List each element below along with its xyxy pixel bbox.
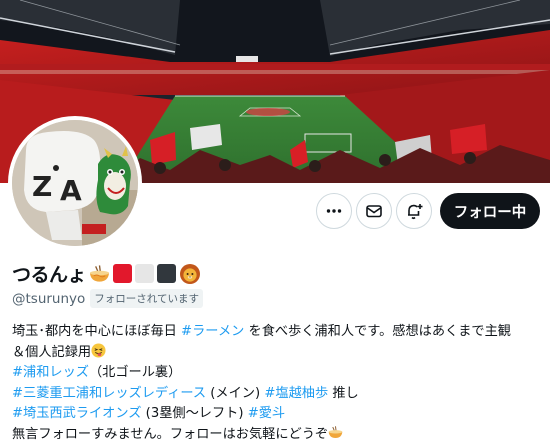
notifications-button[interactable] <box>396 193 432 229</box>
lion-emoji-icon <box>180 263 201 284</box>
svg-text:A: A <box>60 174 82 207</box>
tongue-face-emoji-icon <box>91 343 106 358</box>
avatar-image: Z A <box>12 120 138 246</box>
hashtag-manato[interactable]: #愛斗 <box>248 406 285 421</box>
bio-line-1: 埼玉･都内を中心にほぼ毎日 #ラーメン を食べ歩く浦和人です。感想はあくまで主観 <box>12 324 511 339</box>
message-button[interactable] <box>356 193 392 229</box>
bio-line-5: #埼玉西武ライオンズ (3塁側～レフト) #愛斗 <box>12 406 286 422</box>
display-name-row: つるんょ <box>12 260 201 287</box>
bio-line-2: ＆個人記録用 <box>12 343 542 364</box>
ramen-emoji-icon <box>328 426 343 438</box>
more-button[interactable] <box>316 193 352 229</box>
following-button[interactable]: フォロー中 <box>440 193 540 229</box>
bio-line-4: #三菱重工浦和レッズレディース (メイン) #塩越柚歩 推し <box>12 385 359 401</box>
handle-row: @tsurunyo フォローされています <box>12 289 203 308</box>
avatar[interactable]: Z A <box>8 116 142 250</box>
user-handle: @tsurunyo <box>12 290 86 307</box>
ramen-emoji-icon <box>89 264 110 282</box>
bell-plus-icon <box>408 204 423 220</box>
hashtag-urawa-reds[interactable]: #浦和レッズ <box>12 365 89 380</box>
white-square-emoji-icon <box>135 264 155 283</box>
hashtag-shiokoshi[interactable]: #塩越柚歩 <box>264 386 328 401</box>
profile-bio: 埼玉･都内を中心にほぼ毎日 #ラーメン を食べ歩く浦和人です。感想はあくまで主観… <box>12 322 542 445</box>
black-square-emoji-icon <box>157 264 177 283</box>
bio-line-6: 無言フォローすみません。フォローはお気軽にどうぞ <box>12 425 542 445</box>
mail-icon <box>366 205 382 218</box>
hashtag-reds-ladies[interactable]: #三菱重工浦和レッズレディース <box>12 386 206 401</box>
follows-you-badge: フォローされています <box>90 289 203 308</box>
hashtag-ramen[interactable]: #ラーメン <box>181 324 244 339</box>
more-dots-icon <box>326 209 342 213</box>
red-square-emoji-icon <box>113 264 133 283</box>
bio-line-3: #浦和レッズ（北ゴール裏） <box>12 365 182 381</box>
display-name: つるんょ <box>12 264 87 286</box>
hashtag-seibu-lions[interactable]: #埼玉西武ライオンズ <box>12 406 141 421</box>
svg-text:Z: Z <box>32 170 52 203</box>
